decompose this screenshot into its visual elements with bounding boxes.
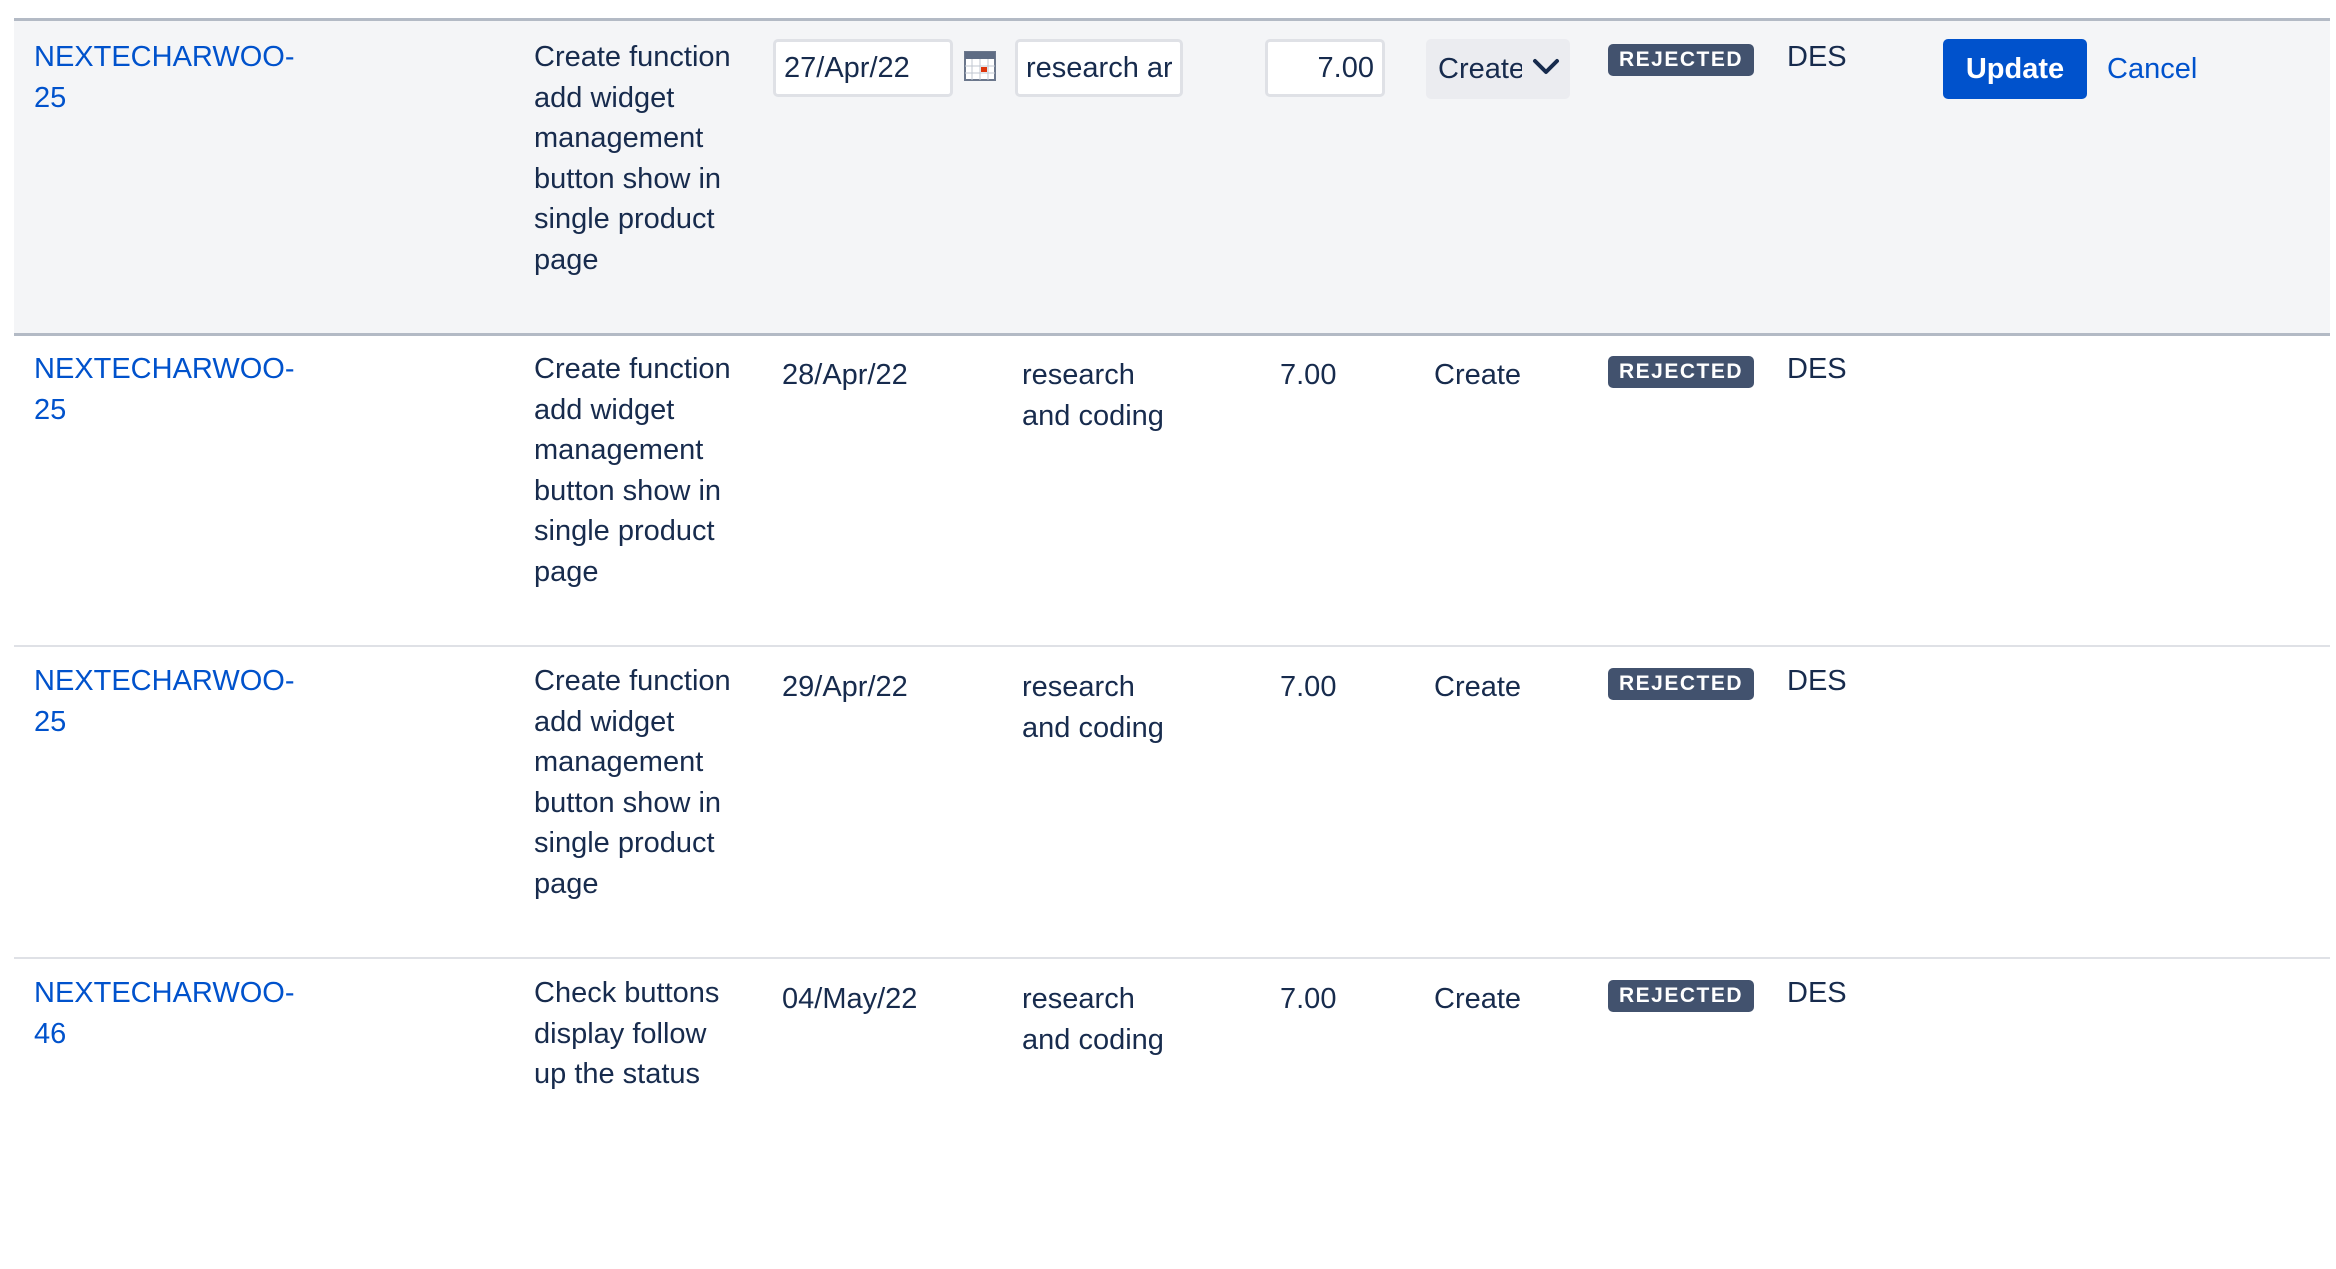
worklog-type: Create: [1434, 671, 1522, 703]
hours-input[interactable]: [1265, 39, 1385, 97]
table-row: NEXTECHARWOO-46 Check buttons display fo…: [14, 957, 2330, 1269]
worklog-type: Create: [1434, 983, 1522, 1015]
worklog-type: Create: [1434, 359, 1522, 391]
department: DES: [1787, 353, 1847, 385]
type-select[interactable]: Create: [1426, 39, 1570, 99]
update-button[interactable]: Update: [1943, 39, 2087, 99]
worklog-hours: 7.00: [1280, 359, 1337, 391]
cancel-button[interactable]: Cancel: [2107, 49, 2197, 89]
worklog-date: 29/Apr/22: [782, 671, 908, 703]
issue-summary: Check buttons display follow up the stat…: [534, 977, 720, 1090]
status-badge: REJECTED: [1608, 668, 1755, 700]
worklog-comment: research and coding: [1022, 671, 1164, 744]
issue-key-link[interactable]: NEXTECHARWOO-46: [34, 973, 314, 1054]
type-select-value: Create: [1438, 53, 1522, 85]
department: DES: [1787, 41, 1847, 73]
table-row: NEXTECHARWOO-25 Create function add widg…: [14, 333, 2330, 647]
issue-summary: Create function add widget management bu…: [534, 353, 731, 588]
calendar-icon[interactable]: [964, 49, 996, 81]
status-badge: REJECTED: [1608, 356, 1755, 388]
issue-summary: Create function add widget management bu…: [534, 665, 731, 900]
worklog-comment: research and coding: [1022, 359, 1164, 432]
issue-key-link[interactable]: NEXTECHARWOO-25: [34, 661, 314, 742]
issue-key-link[interactable]: NEXTECHARWOO-25: [34, 37, 314, 118]
worklog-edit-row: NEXTECHARWOO-25 Create function add widg…: [14, 18, 2330, 336]
worklog-hours: 7.00: [1280, 983, 1337, 1015]
issue-key-link[interactable]: NEXTECHARWOO-25: [34, 349, 314, 430]
worklog-hours: 7.00: [1280, 671, 1337, 703]
status-badge: REJECTED: [1608, 980, 1755, 1012]
issue-summary: Create function add widget management bu…: [534, 41, 731, 276]
date-input[interactable]: [773, 39, 953, 97]
chevron-down-icon: [1533, 59, 1559, 74]
table-row: NEXTECHARWOO-25 Create function add widg…: [14, 645, 2330, 959]
worklog-date: 28/Apr/22: [782, 359, 908, 391]
comment-input[interactable]: [1015, 39, 1183, 97]
department: DES: [1787, 977, 1847, 1009]
status-badge: REJECTED: [1608, 44, 1755, 76]
department: DES: [1787, 665, 1847, 697]
worklog-comment: research and coding: [1022, 983, 1164, 1056]
worklog-date: 04/May/22: [782, 983, 918, 1015]
